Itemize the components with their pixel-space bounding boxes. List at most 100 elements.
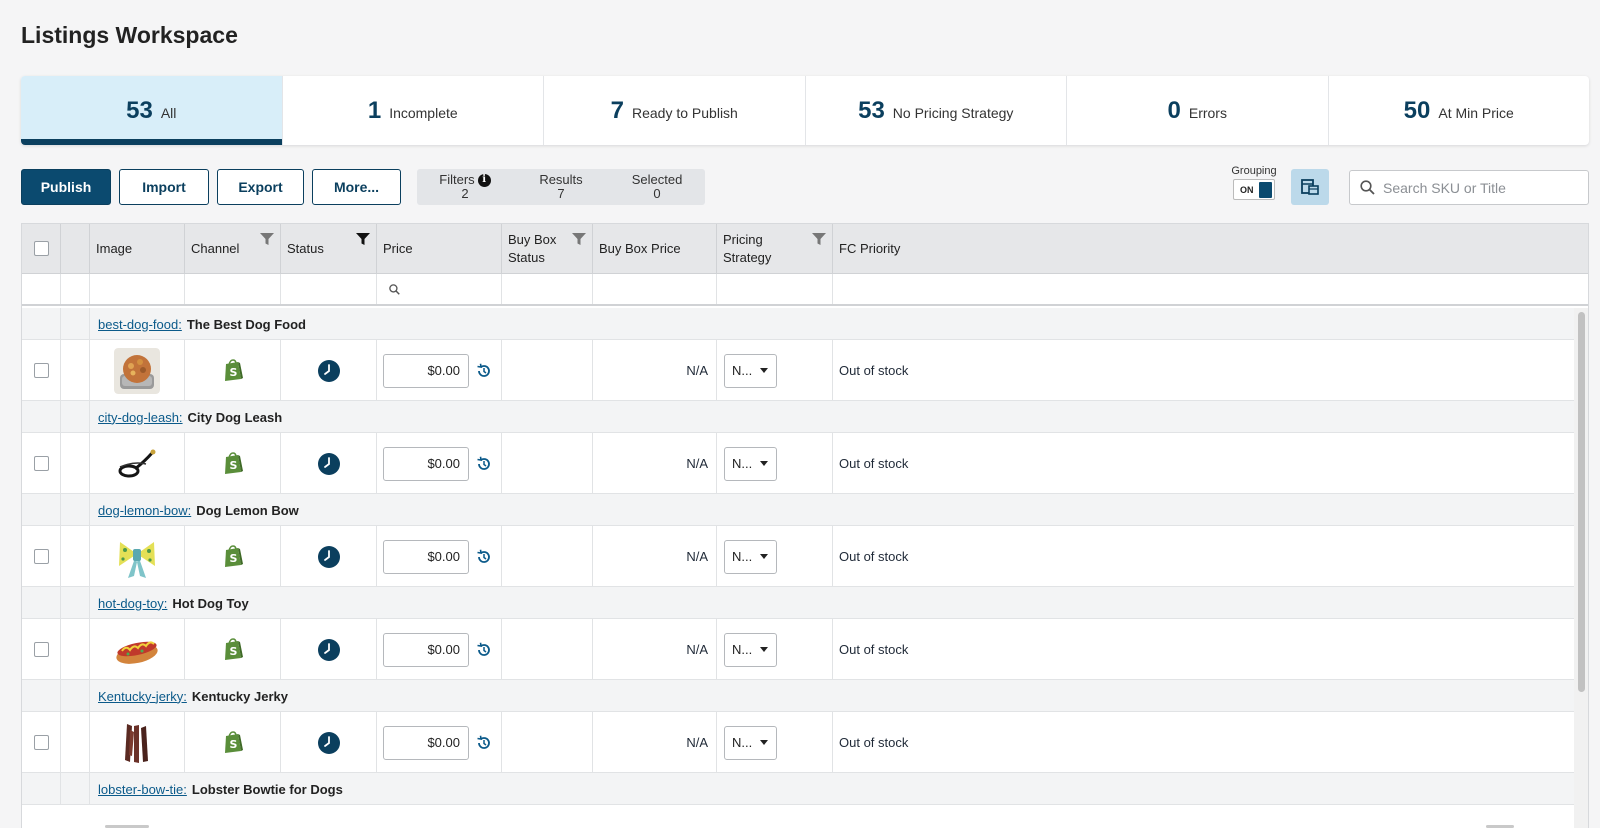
grouping-toggle[interactable]: ON xyxy=(1233,179,1275,200)
sku-link[interactable]: lobster-bow-tie: xyxy=(98,782,187,797)
publish-button[interactable]: Publish xyxy=(21,169,111,205)
row-checkbox[interactable] xyxy=(33,363,49,378)
image-cell xyxy=(90,340,185,401)
strategy-value: N... xyxy=(732,642,753,657)
grouping-state: ON xyxy=(1240,184,1254,195)
filter-cell xyxy=(833,274,1574,304)
history-icon[interactable] xyxy=(476,363,492,379)
toolbar: Publish Import Export More... Filters i … xyxy=(21,165,1589,205)
status-cell xyxy=(281,526,377,587)
pricing-strategy-select[interactable]: N... xyxy=(724,353,777,388)
select-all-checkbox[interactable] xyxy=(33,241,49,256)
history-icon[interactable] xyxy=(476,456,492,472)
column-filter-row xyxy=(22,274,1588,306)
column-header-price[interactable]: Price xyxy=(377,224,502,273)
more-button[interactable]: More... xyxy=(312,169,401,205)
row-select-cell xyxy=(22,526,61,587)
selected-count: 0 xyxy=(653,186,661,201)
expand-cell xyxy=(61,712,90,773)
image-cell xyxy=(90,526,185,587)
tile-count: 53 xyxy=(858,96,885,124)
product-thumbnail xyxy=(114,533,160,580)
sku-link[interactable]: dog-lemon-bow: xyxy=(98,503,191,518)
sku-link[interactable]: Kentucky-jerky: xyxy=(98,689,187,704)
filter-icon[interactable] xyxy=(260,232,274,246)
clock-icon xyxy=(317,731,340,754)
price-cell: $0.00 xyxy=(377,619,502,680)
vertical-scrollbar[interactable] xyxy=(1574,308,1588,828)
price-input[interactable]: $0.00 xyxy=(383,632,469,667)
import-button[interactable]: Import xyxy=(119,169,209,205)
export-button[interactable]: Export xyxy=(217,169,304,205)
product-title: The Best Dog Food xyxy=(186,316,307,332)
strategy-value: N... xyxy=(732,456,753,471)
channel-cell: S xyxy=(185,619,281,680)
sku-link[interactable]: best-dog-food: xyxy=(98,317,182,332)
column-label: Image xyxy=(96,240,133,256)
history-icon[interactable] xyxy=(476,735,492,751)
buy-box-price: N/A xyxy=(686,456,708,471)
chevron-down-icon xyxy=(760,368,768,373)
product-title: Kentucky Jerky xyxy=(191,688,288,704)
filter-cell xyxy=(281,274,377,304)
row-checkbox[interactable] xyxy=(33,456,49,471)
pricing-strategy-select[interactable]: N... xyxy=(724,725,777,760)
filter-active-icon[interactable] xyxy=(356,232,370,246)
fc-priority: Out of stock xyxy=(839,363,909,378)
status-cell xyxy=(281,433,377,494)
row-checkbox[interactable] xyxy=(33,735,49,750)
filter-icon[interactable] xyxy=(572,232,586,246)
sku-link[interactable]: city-dog-leash: xyxy=(98,410,183,425)
fc-priority: Out of stock xyxy=(839,735,909,750)
info-icon[interactable]: i xyxy=(477,173,491,187)
price-filter-cell[interactable] xyxy=(377,274,502,304)
results-label: Results xyxy=(539,172,583,187)
pricing-strategy-select[interactable]: N... xyxy=(724,632,777,667)
price-input[interactable]: $0.00 xyxy=(383,446,469,481)
status-cell xyxy=(281,340,377,401)
image-cell xyxy=(90,712,185,773)
product-title: Lobster Bowtie for Dogs xyxy=(191,781,343,797)
grouping-control: Grouping ON xyxy=(1229,165,1279,200)
pricing-strategy-select[interactable]: N... xyxy=(724,446,777,481)
filter-icon[interactable] xyxy=(812,232,826,246)
row-checkbox[interactable] xyxy=(33,549,49,564)
image-cell xyxy=(90,619,185,680)
group-row: hot-dog-toy: Hot Dog Toy xyxy=(22,587,1574,619)
row-checkbox[interactable] xyxy=(33,642,49,657)
column-header-channel[interactable]: Channel xyxy=(185,224,281,273)
price-input[interactable]: $0.00 xyxy=(383,539,469,574)
tile-ready-to-publish[interactable]: 7 Ready to Publish xyxy=(544,76,806,145)
pricing-strategy-select[interactable]: N... xyxy=(724,539,777,574)
column-header-status[interactable]: Status xyxy=(281,224,377,273)
filter-cell xyxy=(502,274,593,304)
tile-count: 1 xyxy=(367,96,382,124)
column-header-fc-priority[interactable]: FC Priority xyxy=(833,224,1574,273)
history-icon[interactable] xyxy=(476,642,492,658)
search-input[interactable] xyxy=(1383,179,1573,196)
filter-cell xyxy=(185,274,281,304)
column-header-image[interactable]: Image xyxy=(90,224,185,273)
columns-icon xyxy=(1301,179,1319,195)
group-row: city-dog-leash: City Dog Leash xyxy=(22,401,1574,433)
sku-link[interactable]: hot-dog-toy: xyxy=(98,596,167,611)
tile-no-pricing-strategy[interactable]: 53 No Pricing Strategy xyxy=(806,76,1067,145)
column-header-pricing-strategy[interactable]: Pricing Strategy xyxy=(717,224,833,273)
tile-incomplete[interactable]: 1 Incomplete xyxy=(283,76,544,145)
scrollbar-thumb[interactable] xyxy=(1578,312,1585,692)
price-input[interactable]: $0.00 xyxy=(383,725,469,760)
price-input[interactable]: $0.00 xyxy=(383,353,469,388)
channel-cell: S xyxy=(185,340,281,401)
tile-at-min-price[interactable]: 50 At Min Price xyxy=(1329,76,1590,145)
column-label: Price xyxy=(383,240,413,256)
column-layout-button[interactable] xyxy=(1291,169,1329,205)
tile-all[interactable]: 53 All xyxy=(21,76,283,145)
column-header-buy-box-status[interactable]: Buy Box Status xyxy=(502,224,593,273)
tile-label: All xyxy=(160,104,177,121)
table-row: S $0.00 N/A N... Out of stock xyxy=(22,712,1574,773)
shopify-icon: S xyxy=(224,359,243,381)
column-header-buy-box-price[interactable]: Buy Box Price xyxy=(593,224,717,273)
tile-errors[interactable]: 0 Errors xyxy=(1067,76,1329,145)
filters-stat[interactable]: Filters i 2 xyxy=(417,169,513,205)
history-icon[interactable] xyxy=(476,549,492,565)
